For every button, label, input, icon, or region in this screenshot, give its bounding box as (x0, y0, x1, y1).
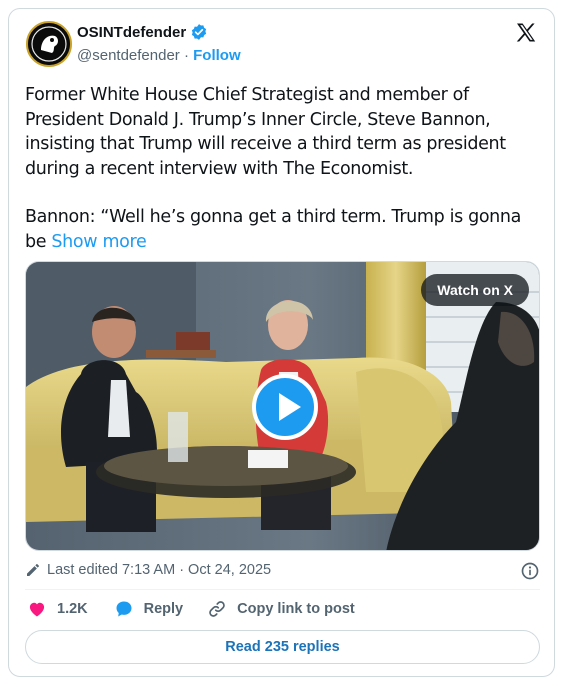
info-icon[interactable] (520, 561, 540, 581)
post-meta-row: Last edited 7:13 AM · Oct 24, 2025 (25, 561, 540, 581)
reply-bubble-icon (116, 601, 132, 617)
link-icon (209, 601, 225, 617)
like-button[interactable]: 1.2K (27, 599, 88, 619)
reply-label: Reply (143, 601, 184, 617)
x-logo-icon[interactable] (514, 21, 538, 45)
author-name-row: OSINTdefender (77, 23, 208, 41)
heart-icon (29, 602, 45, 617)
watch-on-x-button[interactable]: Watch on X (421, 274, 529, 306)
show-more-link[interactable]: Show more (51, 232, 146, 252)
follow-button[interactable]: Follow (193, 47, 241, 64)
video-thumbnail[interactable]: Watch on X (25, 261, 540, 551)
pencil-icon (27, 564, 39, 576)
copy-link-button[interactable]: Copy link to post (207, 599, 355, 619)
copy-link-label: Copy link to post (237, 601, 355, 617)
author-display-name[interactable]: OSINTdefender (77, 24, 186, 41)
like-count: 1.2K (57, 601, 88, 617)
action-bar: 1.2K Reply Copy link to post (25, 599, 355, 619)
play-icon[interactable] (252, 374, 318, 440)
reply-button[interactable]: Reply (114, 599, 184, 619)
author-avatar[interactable] (26, 21, 72, 67)
author-handle-row: @sentdefender · Follow (77, 47, 241, 64)
verified-badge-icon (192, 24, 207, 40)
divider (25, 589, 540, 590)
last-edited-timestamp[interactable]: Last edited 7:13 AM · Oct 24, 2025 (47, 562, 271, 578)
handle-separator: · (183, 47, 189, 64)
embedded-post-card: OSINTdefender @sentdefender · Follow For… (8, 8, 555, 677)
post-paragraph-2: Bannon: “Well he’s gonna get a third ter… (25, 205, 545, 254)
post-text: Former White House Chief Strategist and … (25, 83, 545, 254)
author-handle[interactable]: @sentdefender (77, 47, 180, 64)
post-paragraph-1: Former White House Chief Strategist and … (25, 85, 506, 179)
read-replies-button[interactable]: Read 235 replies (25, 630, 540, 664)
avatar-image (28, 23, 70, 65)
